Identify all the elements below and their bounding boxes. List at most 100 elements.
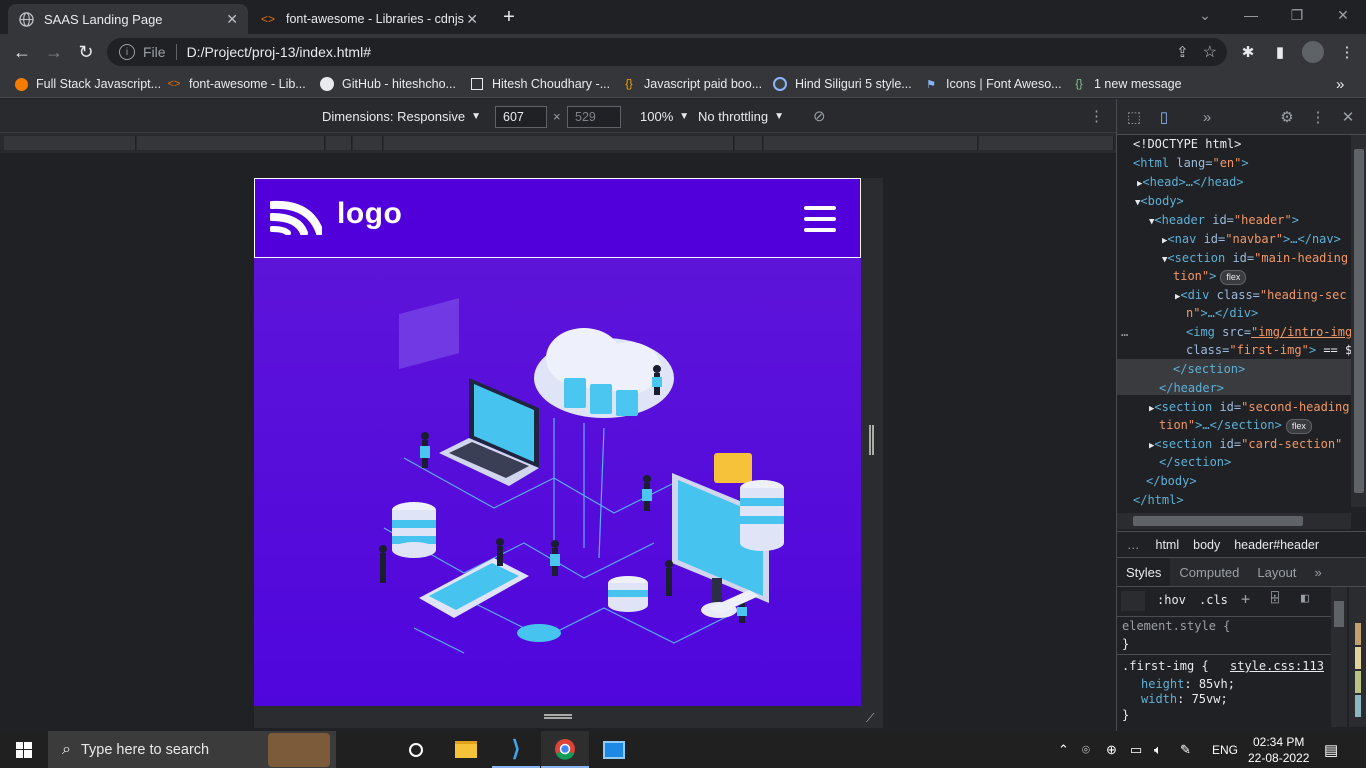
more-tabs-icon[interactable]: » [1192,99,1222,135]
tab-font-awesome[interactable]: <> font-awesome - Libraries - cdnjs ✕ [250,4,488,34]
info-icon[interactable]: i [119,44,135,60]
bookmark-item[interactable]: Full Stack Javascript... [14,70,161,98]
flex-badge[interactable]: flex [1285,419,1312,434]
url-text[interactable]: D:/Project/proj-13/index.html# [187,44,371,60]
inspect-element-icon[interactable]: ⬚ [1119,99,1149,135]
more-tabs-icon[interactable]: » [1305,558,1330,586]
dom-line[interactable]: ▶<section id="second-heading [1149,398,1350,416]
dom-line[interactable]: ▼<body> [1135,192,1184,210]
device-toggle-icon[interactable]: ▯ [1149,99,1179,135]
hov-toggle[interactable]: :hov [1157,593,1186,607]
dom-vertical-scrollbar[interactable] [1351,135,1366,507]
bookmark-item[interactable]: <> font-awesome - Lib... [167,70,306,98]
dom-line[interactable]: ▶<div class="heading-sec [1175,286,1347,304]
dom-line[interactable]: ▼<header id="header"> [1149,211,1299,229]
windows-start-icon[interactable] [0,731,48,768]
gear-icon[interactable]: ⚙ [1272,99,1302,135]
tray-chevron-icon[interactable]: ⌃ [1058,731,1069,768]
notifications-icon[interactable]: ▤ [1324,731,1338,768]
bookmark-item[interactable]: Hitesh Choudhary -... [470,70,610,98]
tab-styles[interactable]: Styles [1117,558,1171,586]
tab-layout[interactable]: Layout [1248,558,1305,586]
rss-logo-icon[interactable] [268,199,324,237]
bookmark-item[interactable]: {} Javascript paid boo... [622,70,762,98]
close-icon[interactable]: ✕ [226,11,238,28]
network-globe-icon[interactable]: ⊕ [1106,731,1117,768]
dom-line[interactable]: ▶<section id="card-section" [1149,435,1342,453]
dom-line[interactable]: </body> [1146,472,1197,490]
vscode-icon[interactable]: ⟩ [492,731,540,768]
breadcrumb-item[interactable]: … [1127,538,1140,552]
volume-icon[interactable]: 🔈︎ [1154,731,1162,768]
sidebar-toggle-icon[interactable]: ◧ [1301,591,1309,606]
filter-input[interactable] [1121,591,1145,611]
paint-icon[interactable]: ⌹ [1271,591,1279,606]
breadcrumb-item[interactable]: html [1156,538,1180,552]
star-icon[interactable]: ☆ [1203,42,1217,62]
dom-line[interactable]: <html lang="en"> [1133,154,1249,172]
share-icon[interactable]: ⇪ [1176,43,1189,61]
close-icon[interactable]: ✕ [466,11,478,28]
tab-computed[interactable]: Computed [1170,558,1248,586]
dom-line[interactable]: ▶<head>…</head> [1137,173,1244,191]
dom-line[interactable]: </header> [1159,379,1224,397]
dom-line[interactable]: </html> [1133,491,1184,507]
dom-line[interactable]: n">…</div> [1186,304,1258,322]
new-tab-button[interactable]: + [494,4,524,30]
dom-line[interactable]: tion">…</section> flex [1159,416,1312,434]
more-options-icon[interactable]: ⋮ [1089,99,1104,133]
window-close-button[interactable]: ✕ [1320,0,1366,30]
breadcrumb-item[interactable]: body [1193,538,1220,552]
breadcrumb-item[interactable]: header#header [1234,538,1319,552]
clock[interactable]: 02:34 PM 22-08-2022 [1248,731,1309,768]
dom-line[interactable]: </section> [1173,360,1245,378]
forward-button[interactable]: → [38,34,70,70]
bookmark-item[interactable]: ⚑ Icons | Font Aweso... [924,70,1062,98]
side-panel-icon[interactable]: ▮ [1265,34,1295,70]
cls-toggle[interactable]: .cls [1199,593,1228,607]
tab-search-icon[interactable]: ⌄ [1182,0,1228,30]
rule-source-link[interactable]: style.css:113 [1230,659,1324,673]
zoom-dropdown[interactable]: 100% ▼ [640,99,689,133]
photos-icon[interactable] [590,731,638,768]
dom-horizontal-scrollbar[interactable] [1117,513,1351,529]
minimize-button[interactable]: — [1228,0,1274,30]
bookmark-item[interactable]: {} 1 new message [1072,70,1181,98]
dom-line-selected[interactable]: class="first-img"> == $ [1186,341,1351,359]
pen-icon[interactable]: ✎ [1180,731,1191,768]
resize-handle-icon[interactable] [869,425,874,455]
flex-badge[interactable]: flex [1220,270,1247,285]
restore-button[interactable]: ❐ [1274,0,1320,30]
bookmark-item[interactable]: Hind Siliguri 5 style... [773,70,912,98]
viewport-bottom-edge[interactable]: ⟋ [254,706,883,728]
dom-line-selected[interactable]: <img src="img/intro-img [1186,323,1351,341]
corner-resize-icon[interactable]: ⟋ [866,711,874,726]
close-devtools-icon[interactable]: ✕ [1333,99,1363,135]
css-property[interactable]: width: 75vw; [1141,692,1228,706]
plus-icon[interactable]: + [1241,590,1250,608]
styles-scrollbar[interactable] [1331,587,1347,727]
dimensions-dropdown[interactable]: Dimensions: Responsive ▼ [322,99,481,133]
rotate-icon[interactable]: ⊘ [813,99,826,133]
taskbar-search-input[interactable]: ⌕ Type here to search [48,731,336,768]
dom-line[interactable]: ▼<section id="main-heading [1162,249,1348,267]
search-highlight-image[interactable] [268,732,330,767]
tray-icon-1[interactable]: ⌾ [1082,731,1090,768]
hamburger-menu-icon[interactable] [804,204,836,234]
chrome-icon[interactable] [541,731,589,768]
dom-line[interactable]: </section> [1159,453,1231,471]
extensions-icon[interactable]: ✱ [1233,34,1263,70]
bookmark-item[interactable]: GitHub - hiteshcho... [320,70,456,98]
drag-handle-icon[interactable] [544,714,572,719]
battery-icon[interactable]: ▭ [1130,731,1142,768]
dom-line[interactable]: <!DOCTYPE html> [1133,135,1241,153]
file-explorer-icon[interactable] [442,731,490,768]
back-button[interactable]: ← [6,34,38,70]
dom-line[interactable]: tion"> flex [1173,267,1247,285]
task-view-icon[interactable] [392,731,440,768]
width-input[interactable]: 607 [495,106,547,128]
address-bar[interactable]: i File D:/Project/proj-13/index.html# ⇪ … [107,38,1227,66]
ellipsis-icon[interactable]: … [1121,323,1128,341]
language-indicator[interactable]: ENG [1212,731,1238,768]
tab-saas-landing[interactable]: SAAS Landing Page ✕ [8,4,248,34]
